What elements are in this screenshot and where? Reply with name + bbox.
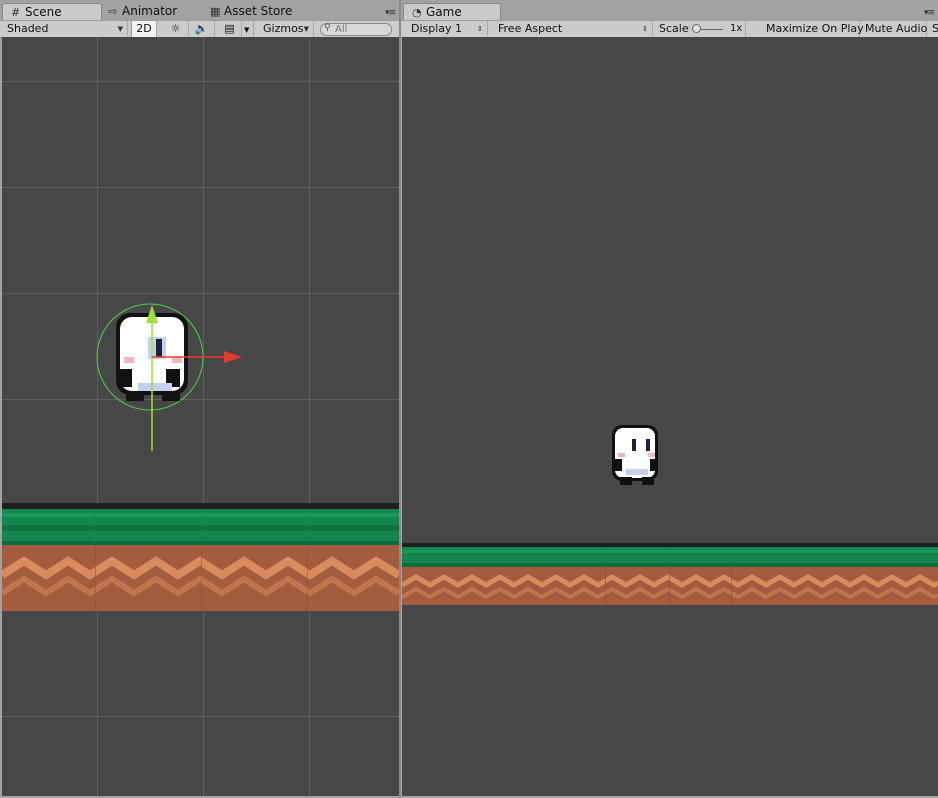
mute-audio-toggle[interactable]: Mute Audio [860, 21, 927, 37]
search-icon: ⚲ [324, 23, 331, 33]
scene-tabbar: # Scene ⇨ Animator ▦ Asset Store ▾≡ [0, 0, 399, 21]
effects-dropdown[interactable]: ▼ [242, 21, 254, 37]
tab-animator-label: Animator [122, 4, 178, 18]
image-icon: ▤ [224, 22, 235, 35]
scale-value: 1x [730, 23, 743, 34]
panel-menu-icon[interactable]: ▾≡ [385, 8, 396, 18]
tab-asset-store-label: Asset Store [224, 4, 293, 18]
gizmos-dropdown[interactable]: Gizmos ▼ [258, 21, 314, 37]
game-viewport[interactable] [402, 37, 938, 796]
lighting-toggle[interactable]: ☼ [163, 21, 189, 37]
tab-game[interactable]: ◔ Game [403, 3, 501, 21]
game-panel: ◔ Game ▾≡ Display 1 ⇕ Free Aspect ⇕ Scale… [401, 0, 938, 798]
display-dropdown[interactable]: Display 1 ⇕ [406, 21, 488, 37]
tab-scene[interactable]: # Scene [2, 3, 102, 21]
grid-line [2, 81, 399, 82]
stats-label: S [932, 22, 938, 35]
stats-toggle[interactable]: S [927, 21, 938, 37]
grid-line [309, 37, 310, 796]
x-arrow-icon[interactable] [224, 351, 242, 363]
mode-2d-toggle[interactable]: 2D [131, 21, 157, 37]
tab-animator[interactable]: ⇨ Animator [100, 3, 183, 20]
grid-icon: # [11, 6, 21, 19]
display-label: Display 1 [411, 22, 463, 35]
pacman-icon: ◔ [412, 6, 422, 19]
tab-game-label: Game [426, 5, 462, 19]
grid-line [2, 187, 399, 188]
speaker-icon: 🔈 [194, 22, 209, 35]
mode-2d-label: 2D [136, 22, 152, 35]
gizmos-label: Gizmos [263, 22, 304, 35]
scale-label: Scale [659, 22, 689, 35]
aspect-dropdown[interactable]: Free Aspect ⇕ [493, 21, 653, 37]
player-gizmo[interactable] [96, 265, 246, 455]
effects-toggle[interactable]: ▤ [218, 21, 242, 37]
store-icon: ▦ [210, 5, 221, 18]
scene-toolbar: Shaded ▼ 2D ☼ 🔈 ▤ ▼ Gizmos ▼ ⚲ All [0, 20, 399, 38]
draw-mode-label: Shaded [7, 22, 49, 35]
search-placeholder: All [335, 24, 348, 35]
aspect-label: Free Aspect [498, 22, 563, 35]
grid-line [2, 716, 399, 717]
sun-icon: ☼ [170, 22, 181, 35]
mute-audio-label: Mute Audio [865, 22, 928, 35]
panel-menu-icon[interactable]: ▾≡ [924, 8, 935, 18]
chevron-updown-icon: ⇕ [477, 25, 483, 33]
scene-viewport[interactable] [2, 37, 399, 796]
tab-scene-label: Scene [25, 5, 62, 19]
animator-icon: ⇨ [108, 5, 118, 18]
game-ground-tilemap [402, 543, 938, 605]
chevron-down-icon: ▼ [244, 26, 250, 34]
game-toolbar: Display 1 ⇕ Free Aspect ⇕ Scale 1x Maxim… [401, 20, 938, 38]
maximize-on-play-label: Maximize On Play [766, 22, 864, 35]
draw-mode-dropdown[interactable]: Shaded ▼ [2, 21, 128, 37]
scale-slider-knob[interactable] [692, 24, 701, 33]
audio-toggle[interactable]: 🔈 [189, 21, 215, 37]
game-tabbar: ◔ Game ▾≡ [401, 0, 938, 21]
chevron-down-icon: ▼ [303, 25, 309, 33]
maximize-on-play-toggle[interactable]: Maximize On Play [761, 21, 864, 37]
scene-panel: # Scene ⇨ Animator ▦ Asset Store ▾≡ Shaded … [0, 0, 399, 798]
ground-tilemap[interactable] [2, 503, 399, 613]
tab-asset-store[interactable]: ▦ Asset Store [202, 3, 298, 20]
chevron-down-icon: ▼ [117, 25, 123, 33]
search-input[interactable]: ⚲ All [320, 23, 392, 36]
chevron-updown-icon: ⇕ [642, 25, 648, 33]
game-player-sprite [612, 425, 658, 485]
